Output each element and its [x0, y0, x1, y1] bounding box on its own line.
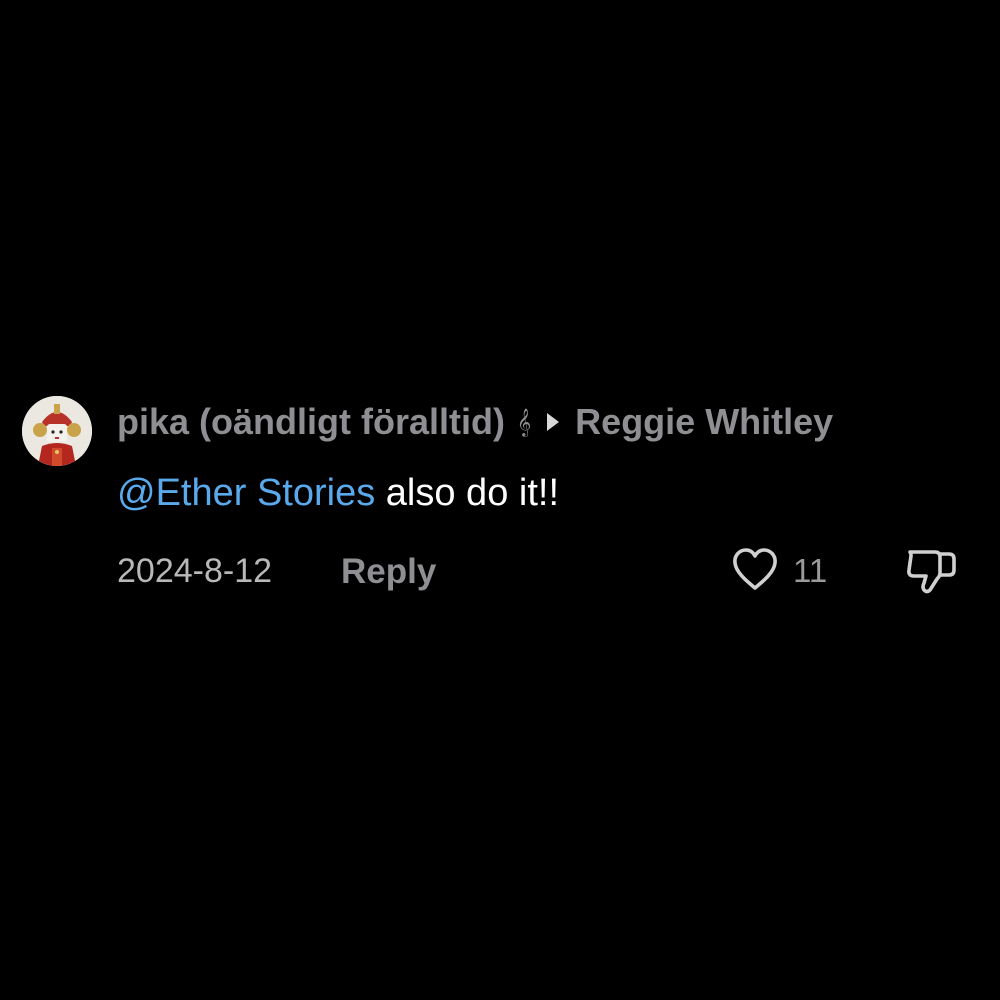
comment-text: @Ether Stories also do it!! — [117, 472, 559, 515]
author-emoji: 𝄞 — [516, 408, 532, 436]
reply-arrow-icon — [547, 413, 560, 431]
author-name[interactable]: pika (oändligt föralltid) — [117, 401, 505, 443]
heart-outline-icon — [733, 548, 777, 590]
comment-actions: 2024-8-12 Reply 11 — [117, 546, 960, 596]
like-count: 11 — [793, 552, 828, 589]
comment-header: pika (oändligt föralltid) 𝄞 Reggie Whitl… — [117, 400, 833, 444]
avatar[interactable] — [22, 396, 92, 466]
thumbs-down-outline-icon — [907, 550, 956, 594]
comment-body: also do it!! — [375, 472, 559, 514]
reply-button[interactable]: Reply — [341, 552, 436, 592]
avatar-image — [22, 396, 92, 466]
like-button[interactable] — [730, 546, 780, 594]
comment-date: 2024-8-12 — [117, 552, 273, 590]
dislike-button[interactable] — [905, 546, 959, 596]
mention-link[interactable]: @Ether Stories — [117, 472, 375, 514]
reply-to-name[interactable]: Reggie Whitley — [575, 401, 833, 443]
